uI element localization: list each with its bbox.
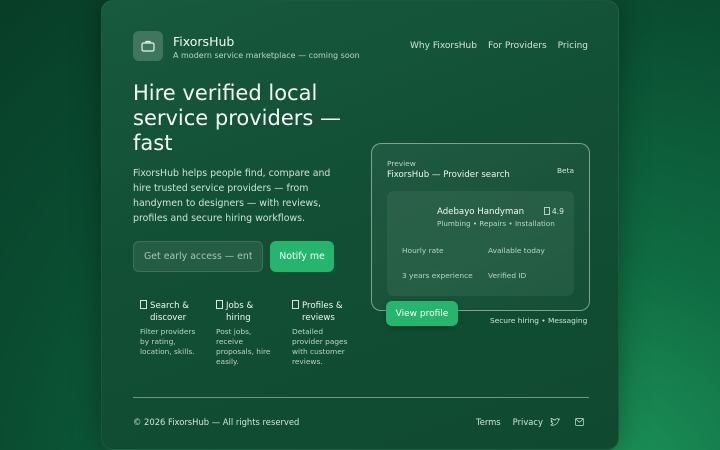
- early-access-email-input[interactable]: [133, 241, 263, 272]
- footer-link-privacy[interactable]: Privacy: [513, 417, 543, 427]
- hero-title: Hire verified local service providers — …: [133, 81, 342, 155]
- feature-profiles: Profiles & reviews Detailed provider pag…: [292, 300, 354, 367]
- experience-label: 3 years experience: [402, 271, 473, 280]
- availability-label: Available today: [488, 246, 545, 255]
- feature-search: Search & discover Filter providers by ra…: [140, 300, 202, 357]
- briefcase-icon: [216, 300, 223, 324]
- feature-description: Filter providers by rating, location, sk…: [140, 327, 196, 356]
- feature-description: Detailed provider pages with customer re…: [292, 327, 348, 366]
- top-nav: Why FixorsHub For Providers Pricing: [410, 41, 588, 51]
- logo: [133, 31, 163, 61]
- twitter-icon[interactable]: [550, 417, 560, 427]
- hourly-rate-label: Hourly rate: [402, 246, 444, 255]
- feature-jobs: Jobs & hiring Post jobs, receive proposa…: [216, 300, 278, 367]
- feature-description: Post jobs, receive proposals, hire easil…: [216, 327, 271, 366]
- preview-label: Preview: [387, 159, 416, 168]
- hero-description: FixorsHub helps people find, compare and…: [133, 168, 331, 224]
- footer-divider: [133, 397, 589, 398]
- email-icon[interactable]: [574, 417, 584, 427]
- provider-tags: Plumbing • Repairs • Installation: [437, 219, 555, 228]
- profile-icon: [292, 300, 299, 324]
- briefcase-icon: [141, 40, 155, 52]
- nav-item-providers[interactable]: For Providers: [488, 41, 547, 51]
- nav-item-why[interactable]: Why FixorsHub: [410, 41, 477, 51]
- feature-title: Search & discover: [150, 301, 189, 323]
- beta-badge: Beta: [556, 166, 574, 175]
- verified-label: Verified ID: [488, 271, 527, 280]
- provider-card: Adebayo Handyman Plumbing • Repairs • In…: [387, 191, 574, 296]
- view-profile-button[interactable]: View profile: [386, 301, 458, 326]
- notify-me-button[interactable]: Notify me: [270, 241, 334, 272]
- copyright: © 2026 FixorsHub — All rights reserved: [133, 417, 300, 427]
- brand-name: FixorsHub: [173, 34, 235, 49]
- feature-title: Jobs & hiring: [226, 301, 254, 323]
- star-icon: [544, 207, 550, 217]
- feature-title: Profiles & reviews: [302, 301, 343, 323]
- secure-hiring-note: Secure hiring • Messaging: [490, 316, 588, 325]
- provider-rating: 4.9: [544, 207, 564, 217]
- preview-panel: Preview FixorsHub — Provider search Beta…: [371, 143, 590, 311]
- landing-card: FixorsHub A modern service marketplace —…: [101, 0, 619, 450]
- footer-link-terms[interactable]: Terms: [476, 417, 501, 427]
- preview-title: FixorsHub — Provider search: [387, 170, 510, 180]
- search-icon: [140, 300, 147, 324]
- nav-item-pricing[interactable]: Pricing: [558, 41, 588, 51]
- rating-value: 4.9: [551, 207, 564, 216]
- brand-tagline: A modern service marketplace — coming so…: [173, 51, 360, 60]
- provider-name: Adebayo Handyman: [437, 207, 525, 217]
- footer-links: Terms Privacy: [476, 417, 543, 427]
